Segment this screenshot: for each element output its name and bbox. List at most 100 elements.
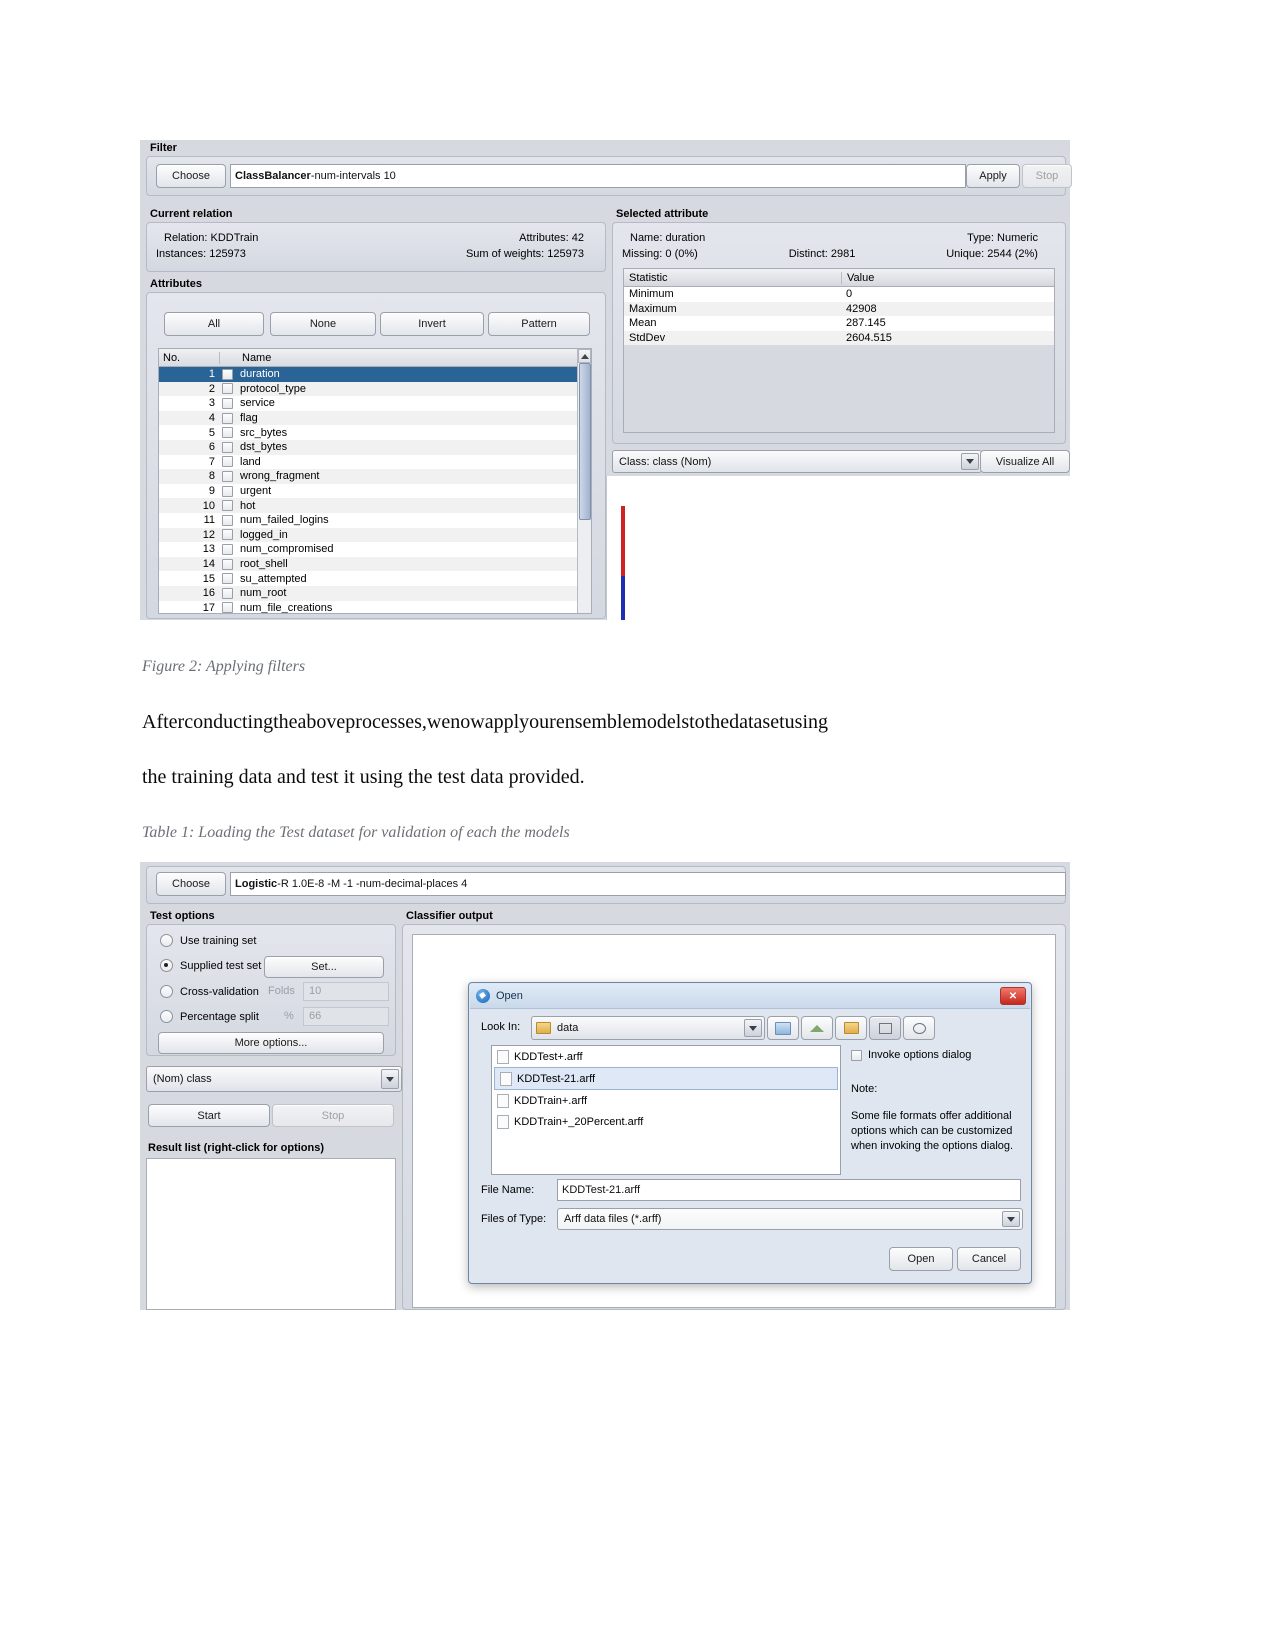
row-checkbox[interactable] xyxy=(219,441,235,453)
table-row[interactable]: 11 num_failed_logins xyxy=(159,512,591,528)
row-number: 1 xyxy=(208,368,215,381)
table-row[interactable]: 1 duration xyxy=(159,367,591,382)
table-row[interactable]: 13 num_compromised xyxy=(159,542,591,557)
filter-value-field[interactable]: ClassBalancer -num-intervals 10 xyxy=(230,164,966,188)
chevron-down-icon[interactable] xyxy=(961,453,979,470)
row-checkbox[interactable] xyxy=(219,485,235,497)
attributes-none-button[interactable]: None xyxy=(270,312,376,336)
set-button[interactable]: Set... xyxy=(264,956,384,978)
home-icon[interactable] xyxy=(801,1016,833,1040)
note-label: Note: xyxy=(851,1083,878,1095)
table-row[interactable]: 12 logged_in xyxy=(159,527,591,543)
attributes-table[interactable]: No. Name 1 duration 2 protocol_type 3 service… xyxy=(158,348,592,614)
list-item[interactable]: KDDTest-21.arff xyxy=(494,1067,838,1090)
option-cross-validation[interactable]: Cross-validation xyxy=(160,985,259,998)
table-row[interactable]: 4 flag xyxy=(159,410,591,426)
row-checkbox[interactable] xyxy=(219,427,235,439)
radio-supplied-test-set[interactable] xyxy=(160,959,173,972)
file-name-input[interactable]: KDDTest-21.arff xyxy=(557,1179,1021,1201)
details-view-icon[interactable] xyxy=(903,1016,935,1040)
list-view-icon[interactable] xyxy=(869,1016,901,1040)
table-row[interactable]: 10 hot xyxy=(159,498,591,513)
table-row[interactable]: 2 protocol_type xyxy=(159,381,591,397)
row-checkbox[interactable] xyxy=(219,529,235,541)
chevron-down-icon[interactable] xyxy=(744,1019,762,1037)
percent-field[interactable]: 66 xyxy=(303,1007,389,1026)
row-checkbox[interactable] xyxy=(219,500,235,512)
files-of-type-label: Files of Type: xyxy=(481,1213,547,1225)
sel-attr-type-label: Type: xyxy=(967,232,994,244)
table-row[interactable]: 17 num_file_creations xyxy=(159,600,591,613)
option-use-training-set[interactable]: Use training set xyxy=(160,934,256,947)
filter-apply-button[interactable]: Apply xyxy=(966,164,1020,188)
class-attribute-value: (Nom) class xyxy=(153,1073,212,1085)
start-button[interactable]: Start xyxy=(148,1104,270,1127)
list-item[interactable]: KDDTrain+.arff xyxy=(492,1090,840,1111)
result-list-box[interactable] xyxy=(146,1158,396,1310)
classifier-choose-button[interactable]: Choose xyxy=(156,872,226,896)
row-checkbox[interactable] xyxy=(219,397,235,409)
attributes-scrollbar[interactable] xyxy=(577,349,591,613)
open-dialog-titlebar[interactable]: Open ✕ xyxy=(470,984,1030,1009)
class-selector-value: Class: class (Nom) xyxy=(619,455,712,468)
chevron-down-icon[interactable] xyxy=(1002,1211,1020,1227)
radio-use-training-set[interactable] xyxy=(160,934,173,947)
chevron-down-icon[interactable] xyxy=(381,1069,399,1089)
class-selector-combo[interactable]: Class: class (Nom) xyxy=(612,450,982,473)
attributes-all-button[interactable]: All xyxy=(164,312,264,336)
table-row[interactable]: 9 urgent xyxy=(159,483,591,499)
list-item[interactable]: KDDTrain+_20Percent.arff xyxy=(492,1111,840,1132)
radio-cross-validation[interactable] xyxy=(160,985,173,998)
row-checkbox[interactable] xyxy=(219,470,235,482)
more-options-button[interactable]: More options... xyxy=(158,1032,384,1054)
option-label-cross-validation: Cross-validation xyxy=(180,985,259,998)
list-item[interactable]: KDDTest+.arff xyxy=(492,1046,840,1067)
row-checkbox[interactable] xyxy=(219,558,235,570)
row-checkbox[interactable] xyxy=(219,573,235,585)
row-checkbox[interactable] xyxy=(219,587,235,599)
scroll-thumb[interactable] xyxy=(579,363,591,520)
cancel-button[interactable]: Cancel xyxy=(957,1247,1021,1271)
visualize-all-button[interactable]: Visualize All xyxy=(980,450,1070,473)
open-button[interactable]: Open xyxy=(889,1247,953,1271)
table-row[interactable]: 7 land xyxy=(159,454,591,470)
attributes-invert-button[interactable]: Invert xyxy=(380,312,484,336)
invoke-options-row[interactable]: Invoke options dialog xyxy=(851,1049,971,1061)
row-checkbox[interactable] xyxy=(219,368,235,380)
table-row[interactable]: 8 wrong_fragment xyxy=(159,469,591,484)
option-supplied-test-set[interactable]: Supplied test set xyxy=(160,959,261,972)
row-number: 6 xyxy=(208,441,215,454)
table-row[interactable]: 16 num_root xyxy=(159,585,591,601)
classifier-value-field[interactable]: Logistic -R 1.0E-8 -M -1 -num-decimal-pl… xyxy=(230,872,1066,896)
sel-attr-unique-label: Unique: xyxy=(946,248,985,260)
filter-choose-button[interactable]: Choose xyxy=(156,164,226,188)
close-icon[interactable]: ✕ xyxy=(1000,987,1026,1005)
row-checkbox[interactable] xyxy=(219,543,235,555)
radio-percentage-split[interactable] xyxy=(160,1010,173,1023)
table-row[interactable]: 6 dst_bytes xyxy=(159,439,591,455)
filter-stop-button: Stop xyxy=(1022,164,1072,188)
up-folder-icon[interactable] xyxy=(767,1016,799,1040)
row-checkbox[interactable] xyxy=(219,456,235,468)
current-relation-groupbox xyxy=(146,222,606,272)
row-checkbox[interactable] xyxy=(219,412,235,424)
row-checkbox[interactable] xyxy=(219,602,235,613)
files-of-type-value: Arff data files (*.arff) xyxy=(564,1213,662,1225)
file-list[interactable]: KDDTest+.arff KDDTest-21.arff KDDTrain+.ar… xyxy=(491,1045,841,1175)
row-checkbox[interactable] xyxy=(219,383,235,395)
files-of-type-combo[interactable]: Arff data files (*.arff) xyxy=(557,1208,1023,1230)
option-percentage-split[interactable]: Percentage split xyxy=(160,1010,259,1023)
new-folder-icon[interactable] xyxy=(835,1016,867,1040)
scroll-up-arrow[interactable] xyxy=(578,349,591,363)
table-row[interactable]: 5 src_bytes xyxy=(159,425,591,440)
class-attribute-combo[interactable]: (Nom) class xyxy=(146,1066,402,1092)
table-row[interactable]: 3 service xyxy=(159,396,591,411)
table-row[interactable]: 14 root_shell xyxy=(159,556,591,572)
row-checkbox[interactable] xyxy=(219,514,235,526)
invoke-options-checkbox[interactable] xyxy=(851,1049,862,1061)
table-row[interactable]: 15 su_attempted xyxy=(159,571,591,586)
attributes-pattern-button[interactable]: Pattern xyxy=(488,312,590,336)
folds-field[interactable]: 10 xyxy=(303,982,389,1001)
statistics-table: Statistic Value Minimum 0 Maximum 42908 Mean… xyxy=(623,268,1055,433)
look-in-combo[interactable]: data xyxy=(531,1016,765,1040)
